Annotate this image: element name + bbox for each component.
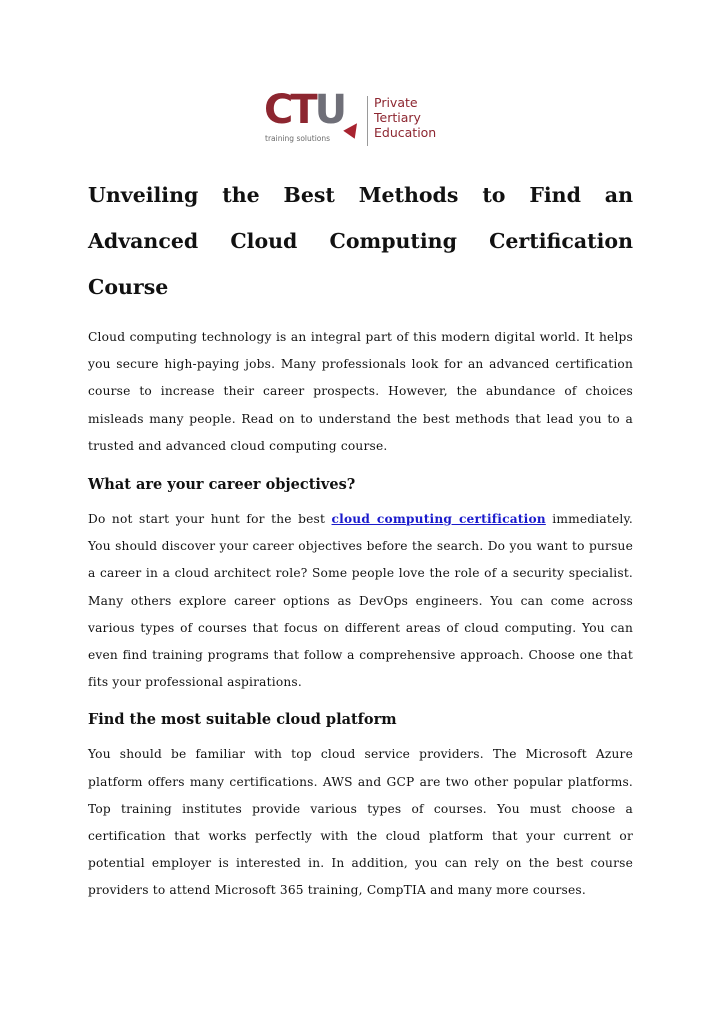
logo-letter-u: U <box>314 87 348 133</box>
logo-side-line: Education <box>374 125 437 140</box>
ctu-logo: CTU training solutions Private Tertiary … <box>264 87 464 148</box>
section-heading-cloud-platform: Find the most suitable cloud platform <box>88 711 397 729</box>
title-line-2: Advanced Cloud Computing Certification C… <box>88 229 633 299</box>
logo-divider <box>367 96 368 146</box>
logo-side-line: Private <box>374 95 418 110</box>
document-body: Unveiling the Best Methods to Find an Ad… <box>88 172 633 905</box>
logo-side-text: Private Tertiary Education <box>374 95 436 140</box>
page-title: Unveiling the Best Methods to Find an Ad… <box>88 172 633 310</box>
logo-wordmark: CTU <box>264 86 348 134</box>
career-objectives-paragraph: Do not start your hunt for the best clou… <box>88 506 633 696</box>
paragraph-text: immediately. You should discover your ca… <box>88 512 634 690</box>
ctu-logo-mark: CTU training solutions <box>264 87 363 148</box>
logo-letter-t: T <box>290 87 317 133</box>
logo-arrow-icon <box>343 119 363 139</box>
logo-letter-c: C <box>264 87 293 133</box>
title-line-1: Unveiling the Best Methods to Find an <box>88 183 633 207</box>
intro-paragraph: Cloud computing technology is an integra… <box>88 330 633 453</box>
paragraph-text: Do not start your hunt for the best <box>88 512 332 527</box>
logo-tagline: training solutions <box>265 134 331 143</box>
cloud-computing-certification-link[interactable]: cloud computing certification <box>332 512 546 526</box>
section-heading-career-objectives: What are your career objectives? <box>88 476 356 494</box>
cloud-platform-paragraph: You should be familiar with top cloud se… <box>88 747 633 898</box>
logo-side-line: Tertiary <box>374 110 421 125</box>
